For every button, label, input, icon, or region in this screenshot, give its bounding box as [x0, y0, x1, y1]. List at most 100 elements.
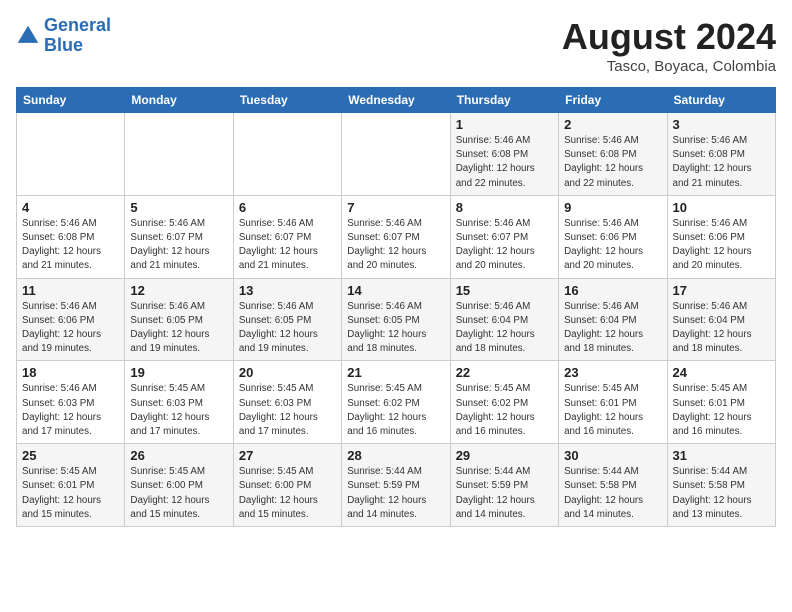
calendar-cell: 16 Sunrise: 5:46 AM Sunset: 6:04 PM Dayli… [559, 278, 667, 361]
day-info: Sunrise: 5:46 AM Sunset: 6:05 PM Dayligh… [239, 300, 336, 357]
day-number: 14 [347, 283, 444, 298]
day-number: 1 [456, 117, 553, 132]
day-info: Sunrise: 5:45 AM Sunset: 6:00 PM Dayligh… [130, 465, 227, 522]
day-info: Sunrise: 5:45 AM Sunset: 6:03 PM Dayligh… [239, 382, 336, 439]
calendar-cell: 9 Sunrise: 5:46 AM Sunset: 6:06 PM Daylig… [559, 195, 667, 278]
page-header: General Blue August 2024 Tasco, Boyaca, … [16, 16, 776, 75]
day-number: 26 [130, 448, 227, 463]
day-number: 31 [673, 448, 770, 463]
calendar-cell [233, 113, 341, 196]
calendar-cell: 18Sunrise: 5:46 AM Sunset: 6:03 PM Dayli… [17, 361, 125, 444]
day-number: 16 [564, 283, 661, 298]
day-info: Sunrise: 5:46 AM Sunset: 6:08 PM Dayligh… [456, 134, 553, 191]
logo-line2: Blue [44, 35, 83, 55]
calendar-cell: 13Sunrise: 5:46 AM Sunset: 6:05 PM Dayli… [233, 278, 341, 361]
day-info: Sunrise: 5:46 AM Sunset: 6:07 PM Dayligh… [456, 217, 553, 274]
calendar-body: 1 Sunrise: 5:46 AM Sunset: 6:08 PM Daylig… [17, 113, 776, 527]
calendar-week-1: 1 Sunrise: 5:46 AM Sunset: 6:08 PM Daylig… [17, 113, 776, 196]
logo: General Blue [16, 16, 111, 56]
day-number: 28 [347, 448, 444, 463]
day-info: Sunrise: 5:46 AM Sunset: 6:05 PM Dayligh… [130, 300, 227, 357]
calendar-cell [17, 113, 125, 196]
day-info: Sunrise: 5:46 AM Sunset: 6:08 PM Dayligh… [564, 134, 661, 191]
day-number: 11 [22, 283, 119, 298]
calendar-cell: 19Sunrise: 5:45 AM Sunset: 6:03 PM Dayli… [125, 361, 233, 444]
calendar-cell: 21 Sunrise: 5:45 AM Sunset: 6:02 PM Dayli… [342, 361, 450, 444]
day-number: 9 [564, 200, 661, 215]
day-info: Sunrise: 5:45 AM Sunset: 6:02 PM Dayligh… [456, 382, 553, 439]
weekday-header-wednesday: Wednesday [342, 88, 450, 113]
calendar-cell: 4 Sunrise: 5:46 AM Sunset: 6:08 PM Daylig… [17, 195, 125, 278]
calendar-cell: 24 Sunrise: 5:45 AM Sunset: 6:01 PM Dayli… [667, 361, 775, 444]
day-info: Sunrise: 5:46 AM Sunset: 6:03 PM Dayligh… [22, 382, 119, 439]
calendar-week-2: 4 Sunrise: 5:46 AM Sunset: 6:08 PM Daylig… [17, 195, 776, 278]
calendar-cell: 12Sunrise: 5:46 AM Sunset: 6:05 PM Dayli… [125, 278, 233, 361]
calendar-cell: 30 Sunrise: 5:44 AM Sunset: 5:58 PM Dayli… [559, 444, 667, 527]
weekday-header-friday: Friday [559, 88, 667, 113]
calendar-cell: 31 Sunrise: 5:44 AM Sunset: 5:58 PM Dayli… [667, 444, 775, 527]
day-info: Sunrise: 5:45 AM Sunset: 6:01 PM Dayligh… [673, 382, 770, 439]
day-info: Sunrise: 5:46 AM Sunset: 6:08 PM Dayligh… [22, 217, 119, 274]
calendar-cell: 2Sunrise: 5:46 AM Sunset: 6:08 PM Daylig… [559, 113, 667, 196]
day-info: Sunrise: 5:45 AM Sunset: 6:00 PM Dayligh… [239, 465, 336, 522]
day-number: 8 [456, 200, 553, 215]
day-info: Sunrise: 5:45 AM Sunset: 6:01 PM Dayligh… [564, 382, 661, 439]
day-number: 21 [347, 365, 444, 380]
day-info: Sunrise: 5:45 AM Sunset: 6:03 PM Dayligh… [130, 382, 227, 439]
calendar-cell: 17 Sunrise: 5:46 AM Sunset: 6:04 PM Dayli… [667, 278, 775, 361]
calendar-cell: 27Sunrise: 5:45 AM Sunset: 6:00 PM Dayli… [233, 444, 341, 527]
logo-line1: General [44, 15, 111, 35]
day-info: Sunrise: 5:46 AM Sunset: 6:08 PM Dayligh… [673, 134, 770, 191]
month-title: August 2024 [562, 16, 776, 58]
weekday-header-saturday: Saturday [667, 88, 775, 113]
day-info: Sunrise: 5:44 AM Sunset: 5:59 PM Dayligh… [347, 465, 444, 522]
calendar-week-3: 11Sunrise: 5:46 AM Sunset: 6:06 PM Dayli… [17, 278, 776, 361]
day-number: 25 [22, 448, 119, 463]
calendar-cell: 25 Sunrise: 5:45 AM Sunset: 6:01 PM Dayli… [17, 444, 125, 527]
day-number: 20 [239, 365, 336, 380]
day-number: 5 [130, 200, 227, 215]
calendar-cell: 20 Sunrise: 5:45 AM Sunset: 6:03 PM Dayli… [233, 361, 341, 444]
title-block: August 2024 Tasco, Boyaca, Colombia [562, 16, 776, 75]
day-number: 30 [564, 448, 661, 463]
calendar-cell [342, 113, 450, 196]
calendar-cell: 5 Sunrise: 5:46 AM Sunset: 6:07 PM Daylig… [125, 195, 233, 278]
weekday-header-monday: Monday [125, 88, 233, 113]
weekday-header-sunday: Sunday [17, 88, 125, 113]
day-info: Sunrise: 5:45 AM Sunset: 6:02 PM Dayligh… [347, 382, 444, 439]
day-number: 15 [456, 283, 553, 298]
day-number: 6 [239, 200, 336, 215]
weekday-header-thursday: Thursday [450, 88, 558, 113]
logo-icon [16, 24, 40, 48]
location-title: Tasco, Boyaca, Colombia [562, 58, 776, 75]
day-info: Sunrise: 5:46 AM Sunset: 6:07 PM Dayligh… [239, 217, 336, 274]
calendar-cell: 6 Sunrise: 5:46 AM Sunset: 6:07 PM Daylig… [233, 195, 341, 278]
day-number: 24 [673, 365, 770, 380]
day-info: Sunrise: 5:44 AM Sunset: 5:58 PM Dayligh… [564, 465, 661, 522]
day-info: Sunrise: 5:44 AM Sunset: 5:58 PM Dayligh… [673, 465, 770, 522]
day-number: 3 [673, 117, 770, 132]
day-info: Sunrise: 5:46 AM Sunset: 6:04 PM Dayligh… [673, 300, 770, 357]
day-info: Sunrise: 5:45 AM Sunset: 6:01 PM Dayligh… [22, 465, 119, 522]
calendar-header: SundayMondayTuesdayWednesdayThursdayFrid… [17, 88, 776, 113]
calendar-cell: 10Sunrise: 5:46 AM Sunset: 6:06 PM Dayli… [667, 195, 775, 278]
day-info: Sunrise: 5:46 AM Sunset: 6:06 PM Dayligh… [673, 217, 770, 274]
day-info: Sunrise: 5:46 AM Sunset: 6:07 PM Dayligh… [130, 217, 227, 274]
day-info: Sunrise: 5:44 AM Sunset: 5:59 PM Dayligh… [456, 465, 553, 522]
calendar-cell: 14Sunrise: 5:46 AM Sunset: 6:05 PM Dayli… [342, 278, 450, 361]
calendar-cell: 11Sunrise: 5:46 AM Sunset: 6:06 PM Dayli… [17, 278, 125, 361]
calendar-cell: 23Sunrise: 5:45 AM Sunset: 6:01 PM Dayli… [559, 361, 667, 444]
day-number: 4 [22, 200, 119, 215]
calendar-cell: 1 Sunrise: 5:46 AM Sunset: 6:08 PM Daylig… [450, 113, 558, 196]
calendar-cell: 8 Sunrise: 5:46 AM Sunset: 6:07 PM Daylig… [450, 195, 558, 278]
calendar-week-5: 25 Sunrise: 5:45 AM Sunset: 6:01 PM Dayli… [17, 444, 776, 527]
day-number: 22 [456, 365, 553, 380]
day-number: 7 [347, 200, 444, 215]
day-number: 17 [673, 283, 770, 298]
day-info: Sunrise: 5:46 AM Sunset: 6:06 PM Dayligh… [564, 217, 661, 274]
calendar-cell [125, 113, 233, 196]
day-info: Sunrise: 5:46 AM Sunset: 6:04 PM Dayligh… [564, 300, 661, 357]
day-info: Sunrise: 5:46 AM Sunset: 6:04 PM Dayligh… [456, 300, 553, 357]
calendar-cell: 29Sunrise: 5:44 AM Sunset: 5:59 PM Dayli… [450, 444, 558, 527]
calendar-cell: 7Sunrise: 5:46 AM Sunset: 6:07 PM Daylig… [342, 195, 450, 278]
